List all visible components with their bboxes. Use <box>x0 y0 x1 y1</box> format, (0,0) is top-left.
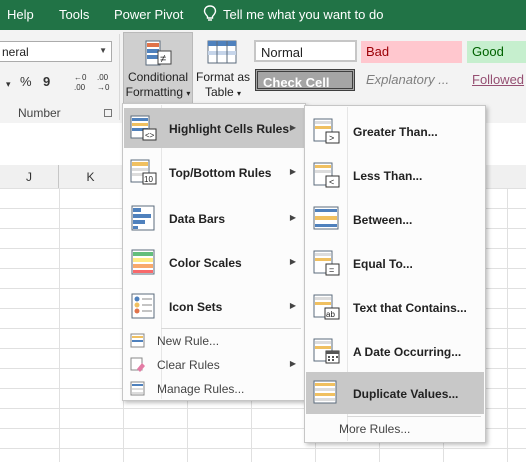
menu-item-label: Top/Bottom Rules <box>169 166 272 180</box>
chevron-right-icon: ▶ <box>289 257 296 266</box>
format-as-table-label: Format as Table ▾ <box>195 70 250 99</box>
calendar-icon <box>313 338 340 364</box>
tab-tools[interactable]: Tools <box>59 7 89 22</box>
svg-text:<>: <> <box>145 131 155 140</box>
conditional-formatting-menu: <> Highlight Cells Rules ▶ 10 Top/Bottom… <box>122 103 306 401</box>
chevron-right-icon: ▶ <box>289 301 296 310</box>
tab-power-pivot[interactable]: Power Pivot <box>114 7 183 22</box>
chevron-down-icon: ▾ <box>237 89 242 98</box>
data-bars-icon <box>131 205 155 231</box>
chevron-right-icon: ▶ <box>289 167 296 176</box>
increase-decimal-icon: ←0 .00 <box>74 73 87 92</box>
equal-to-icon: = <box>313 250 340 276</box>
style-normal[interactable]: Normal <box>254 40 357 62</box>
style-check-cell[interactable]: Check Cell <box>255 69 355 91</box>
menu-item-label: Highlight Cells Rules <box>169 122 290 136</box>
svg-text:.00: .00 <box>74 83 86 92</box>
dialog-launcher-icon[interactable] <box>104 109 112 117</box>
submenu-item-duplicate-values[interactable]: Duplicate Values... <box>306 372 484 414</box>
menu-item-label: Data Bars <box>169 212 226 226</box>
increase-decimal-button[interactable]: ←0 .00 <box>73 72 89 95</box>
less-than-icon: < <box>313 162 340 188</box>
submenu-item-label: Text that Contains... <box>353 301 467 315</box>
submenu-item-label: Greater Than... <box>353 125 438 139</box>
svg-text:<: < <box>329 177 334 187</box>
svg-text:←0: ←0 <box>74 73 87 82</box>
decrease-decimal-icon: .00 →0 <box>97 73 110 92</box>
svg-text:≠: ≠ <box>160 53 166 65</box>
highlight-cells-icon: <> <box>130 115 157 141</box>
submenu-item-between[interactable]: Between... <box>306 198 484 240</box>
submenu-item-label: Less Than... <box>353 169 423 183</box>
submenu-item-label: More Rules... <box>339 422 411 436</box>
menu-item-label: Icon Sets <box>169 300 223 314</box>
lightbulb-icon <box>203 5 217 21</box>
between-icon <box>313 206 339 230</box>
column-header[interactable]: K <box>59 165 123 188</box>
style-explanatory[interactable]: Explanatory ... <box>361 69 462 91</box>
submenu-item-label: Equal To... <box>353 257 413 271</box>
chevron-down-icon: ▼ <box>99 46 107 55</box>
menu-separator <box>347 416 481 417</box>
menu-item-highlight-cells-rules[interactable]: <> Highlight Cells Rules ▶ <box>124 108 304 148</box>
new-rule-icon <box>130 333 145 348</box>
submenu-item-text-contains[interactable]: ab Text that Contains... <box>306 286 484 328</box>
number-format-value: neral <box>2 45 29 59</box>
top-bottom-icon: 10 <box>130 159 157 185</box>
menu-item-clear-rules[interactable]: Clear Rules ▶ <box>124 354 304 376</box>
svg-text:=: = <box>329 265 334 275</box>
menu-separator <box>161 328 301 329</box>
submenu-item-label: Between... <box>353 213 413 227</box>
conditional-formatting-icon: ≠ <box>145 40 172 66</box>
text-contains-icon: ab <box>313 294 340 320</box>
submenu-item-less-than[interactable]: < Less Than... <box>306 154 484 196</box>
comma-style-button[interactable]: 9 <box>43 74 50 89</box>
svg-text:→0: →0 <box>97 83 110 92</box>
menu-item-label: Manage Rules... <box>157 382 245 396</box>
color-scales-icon <box>131 249 155 275</box>
menu-item-manage-rules[interactable]: Manage Rules... <box>124 378 304 400</box>
column-header[interactable]: J <box>0 165 59 188</box>
menu-item-label: Clear Rules <box>157 358 220 372</box>
submenu-item-greater-than[interactable]: > Greater Than... <box>306 110 484 152</box>
decrease-decimal-button[interactable]: .00 →0 <box>96 72 112 95</box>
menu-item-data-bars[interactable]: Data Bars ▶ <box>124 198 304 238</box>
table-icon <box>207 40 237 64</box>
chevron-right-icon: ▶ <box>289 359 296 368</box>
accounting-format-dropdown[interactable]: ▾ <box>6 79 11 90</box>
tell-me-search[interactable]: Tell me what you want to do <box>223 7 383 22</box>
style-bad[interactable]: Bad <box>361 41 462 63</box>
submenu-item-equal-to[interactable]: = Equal To... <box>306 242 484 284</box>
ribbon-tab-bar: Help Tools Power Pivot Tell me what you … <box>0 0 526 30</box>
tab-help[interactable]: Help <box>7 7 34 22</box>
menu-item-label: New Rule... <box>157 334 220 348</box>
menu-item-label: Color Scales <box>169 256 242 270</box>
submenu-item-label: A Date Occurring... <box>353 345 462 359</box>
svg-text:.00: .00 <box>97 73 109 82</box>
greater-than-icon: > <box>313 118 340 144</box>
menu-item-color-scales[interactable]: Color Scales ▶ <box>124 242 304 282</box>
submenu-item-label: Duplicate Values... <box>353 387 459 401</box>
submenu-item-more-rules[interactable]: More Rules... <box>306 418 484 440</box>
chevron-right-icon: ▶ <box>289 213 296 222</box>
chevron-right-icon: ▶ <box>289 123 296 132</box>
number-group-label: Number <box>18 106 61 120</box>
manage-rules-icon <box>130 381 145 396</box>
duplicate-values-icon <box>313 380 337 404</box>
menu-item-top-bottom-rules[interactable]: 10 Top/Bottom Rules ▶ <box>124 152 304 192</box>
submenu-item-date-occurring[interactable]: A Date Occurring... <box>306 330 484 372</box>
svg-text:ab: ab <box>326 310 335 319</box>
style-good[interactable]: Good <box>467 41 526 63</box>
clear-rules-icon <box>130 357 145 372</box>
svg-text:10: 10 <box>144 175 153 184</box>
menu-item-new-rule[interactable]: New Rule... <box>124 330 304 352</box>
highlight-cells-submenu: > Greater Than... < Less Than... Between… <box>304 105 486 443</box>
percent-style-button[interactable]: % <box>20 74 32 89</box>
icon-sets-icon <box>131 293 155 319</box>
style-followed-hyperlink[interactable]: Followed <box>467 69 526 91</box>
number-format-dropdown[interactable]: neral ▼ <box>0 41 112 62</box>
menu-item-icon-sets[interactable]: Icon Sets ▶ <box>124 286 304 326</box>
svg-text:>: > <box>329 133 334 143</box>
